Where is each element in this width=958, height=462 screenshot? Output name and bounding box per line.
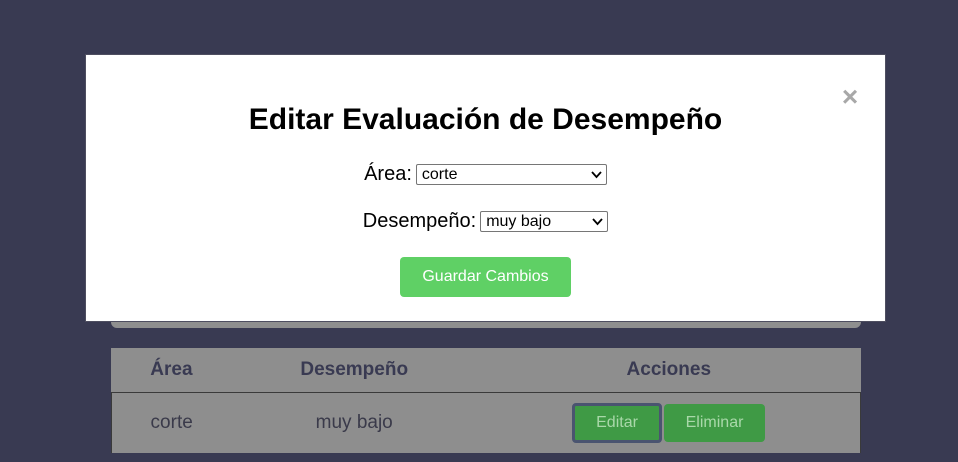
edit-button[interactable]: Editar [572,403,663,443]
desempeno-select[interactable]: muy bajo [480,211,609,233]
edit-evaluation-modal: × Editar Evaluación de Desempeño Área: co… [85,54,886,322]
desempeno-label: Desempeño: [362,210,477,233]
cell-actions: Editar Eliminar [477,392,862,453]
desempeno-select-value: muy bajo [486,213,552,231]
area-label: Área: [364,163,412,186]
cell-area: corte [111,392,232,453]
table-header-row: Área Desempeño Acciones [112,348,861,393]
delete-button[interactable]: Eliminar [664,404,766,442]
chevron-down-icon [592,218,603,226]
header-area: Área [150,359,193,380]
area-select[interactable]: corte [415,164,607,186]
modal-title: Editar Evaluación de Desempeño [248,103,723,136]
header-desempeno: Desempeño [300,359,409,380]
table-row: corte muy bajo Editar Eliminar [111,392,862,453]
evaluations-table: Área Desempeño Acciones corte muy bajo E… [111,348,862,453]
save-changes-button[interactable]: Guardar Cambios [400,257,571,297]
desempeno-field-row: Desempeño: muy bajo [86,210,885,233]
area-field-row: Área: corte [86,163,885,186]
header-acciones: Acciones [626,359,712,380]
chevron-down-icon [591,171,602,179]
evaluations-table-container: Área Desempeño Acciones corte muy bajo E… [111,348,862,453]
cell-desempeno: muy bajo [231,392,478,453]
area-select-value: corte [421,166,458,184]
